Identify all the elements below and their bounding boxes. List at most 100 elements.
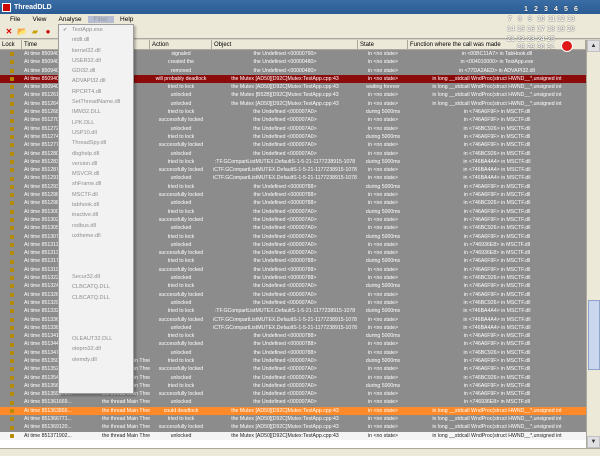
filter-menu-item[interactable]: [59, 262, 133, 272]
object-cell: the Undefined <00000788>: [253, 349, 317, 356]
scroll-thumb[interactable]: [588, 300, 600, 370]
scroll-down-arrow-icon[interactable]: ▼: [587, 436, 600, 448]
column-header-state[interactable]: State: [358, 40, 408, 49]
calendar-day: 21: [507, 36, 515, 43]
filter-menu-item[interactable]: OLEAUT32.DLL: [59, 334, 133, 344]
state-cell: in <no state>: [368, 316, 398, 323]
action-cell: tried to lock: [167, 183, 195, 190]
filter-menu-item[interactable]: rsdbus.dll: [59, 221, 133, 231]
action-cell: unlocked: [170, 374, 192, 381]
menu-view[interactable]: View: [26, 16, 52, 23]
filter-menu-item[interactable]: CLBCATQ.DLL: [59, 282, 133, 292]
lock-cell: [0, 166, 22, 174]
filter-menu-item[interactable]: olemdy.dll: [59, 355, 133, 365]
state-cell: during 5000ms: [365, 308, 401, 315]
filter-menu-item[interactable]: dbghelp.dll: [59, 149, 133, 159]
lock-icon: [10, 317, 14, 322]
function-cell: in long __stdcall WndProc(struct HWND__*…: [432, 432, 562, 439]
lock-icon: [10, 126, 14, 131]
filter-menu-item[interactable]: LPK.DLL: [59, 118, 133, 128]
filter-menu-item[interactable]: version.dll: [59, 159, 133, 169]
lock-cell: [0, 257, 22, 265]
table-row[interactable]: At time 851369120... the thread Main Thre…: [0, 423, 586, 432]
function-cell: in <746BA4A4> in MSCTF.dll: [463, 175, 531, 182]
calendar-day: 19: [557, 26, 565, 33]
table-row[interactable]: At time 851366771... the thread Main Thre…: [0, 415, 586, 424]
vertical-scrollbar[interactable]: ▲ ▼: [586, 40, 600, 448]
lock-icon: [10, 151, 14, 156]
column-header-object[interactable]: Object: [212, 40, 358, 49]
calendar-day: 1: [524, 6, 528, 13]
filter-menu-item[interactable]: SetThreadName.dll: [59, 97, 133, 107]
filter-menu-item[interactable]: [59, 313, 133, 323]
filter-menu-item[interactable]: MSVCR.dll: [59, 169, 133, 179]
filter-menu-item[interactable]: ntdll.dll: [59, 35, 133, 45]
lock-icon: [10, 93, 14, 98]
filter-menu-item[interactable]: TestApp.exe: [59, 25, 133, 35]
table-row[interactable]: At time 851361669... the thread Main Thre…: [0, 398, 586, 407]
filter-menu-item[interactable]: [59, 375, 133, 385]
filter-menu-item[interactable]: CLBCATQ.DLL: [59, 293, 133, 303]
open-alt-icon[interactable]: ▰: [30, 27, 40, 37]
filter-menu-item[interactable]: [59, 365, 133, 375]
calendar-day: 16: [527, 26, 535, 33]
table-row[interactable]: At time 851363866... the thread Main Thre…: [0, 406, 586, 416]
calendar-day: 5: [564, 6, 568, 13]
time-cell: At time 851369120...: [24, 424, 72, 431]
filter-menu-item[interactable]: Secur32.dll: [59, 272, 133, 282]
calendar-day: 9: [528, 16, 532, 23]
filter-menu-item[interactable]: shFrame.dll: [59, 179, 133, 189]
lock-cell: [0, 266, 22, 274]
filter-menu-item[interactable]: [59, 324, 133, 334]
object-cell: iCTF.GCompartListMUTEX.DefaultS-1-5-21-1…: [213, 324, 357, 331]
table-row[interactable]: At time 851371902... the thread Main Thre…: [0, 431, 586, 440]
filter-menu-item[interactable]: MSCTF.dll: [59, 190, 133, 200]
menu-file[interactable]: File: [4, 16, 26, 23]
filter-menu-item[interactable]: [59, 241, 133, 251]
close-icon[interactable]: ✕: [4, 27, 14, 37]
object-cell: the Undefined <00000788>: [253, 341, 317, 348]
filter-menu-item[interactable]: uxtheme.dll: [59, 231, 133, 241]
action-cell: unlocked: [170, 200, 192, 207]
action-cell: unlocked: [170, 432, 192, 439]
lock-icon: [10, 60, 14, 65]
scroll-up-arrow-icon[interactable]: ▲: [587, 40, 600, 52]
lock-icon: [10, 85, 14, 90]
action-cell: tried to lock: [167, 283, 195, 290]
filter-menu-item[interactable]: ThreadSpy.dll: [59, 138, 133, 148]
function-cell: in <746A6F9F> in MSCTF.dll: [463, 333, 531, 340]
menu-analyse[interactable]: Analyse: [52, 16, 87, 23]
column-header-action[interactable]: Action: [150, 40, 212, 49]
calendar-day: 15: [517, 26, 525, 33]
action-cell: successfully locked: [158, 250, 204, 257]
open-folder-icon[interactable]: 📂: [17, 27, 27, 37]
function-cell: in <746A6F9F> in MSCTF.dll: [463, 183, 531, 190]
filter-menu-item[interactable]: [59, 385, 133, 395]
lock-cell: [0, 249, 22, 257]
object-cell: the Mutex [AD50][D92C]Mutex:TestApp.cpp:…: [231, 416, 339, 423]
function-cell: in <746A6F9F> in MSCTF.dll: [463, 117, 531, 124]
lock-icon: [10, 408, 14, 413]
action-cell: successfully locked: [158, 341, 204, 348]
column-header-lock[interactable]: Lock: [0, 40, 22, 49]
action-cell: signaled: [171, 51, 191, 57]
menu-filter[interactable]: Filter: [87, 16, 115, 23]
record-icon[interactable]: ●: [43, 27, 53, 37]
filter-menu-item[interactable]: USP10.dll: [59, 128, 133, 138]
state-cell: in <no state>: [368, 225, 398, 232]
filter-menu-item[interactable]: tabhook.dll: [59, 200, 133, 210]
filter-menu-item[interactable]: inactive.dll: [59, 210, 133, 220]
filter-menu-item[interactable]: RPCRT4.dll: [59, 87, 133, 97]
menu-help[interactable]: Help: [114, 16, 139, 23]
filter-menu-item[interactable]: GDI32.dll: [59, 66, 133, 76]
filter-menu-item[interactable]: kernel32.dll: [59, 46, 133, 56]
function-cell: in <746A6F9F> in MSCTF.dll: [463, 233, 531, 240]
filter-menu-item[interactable]: IMM32.DLL: [59, 107, 133, 117]
filter-menu-item[interactable]: ADVAPI32.dll: [59, 76, 133, 86]
filter-menu-item[interactable]: [59, 252, 133, 262]
filter-menu-item[interactable]: [59, 303, 133, 313]
action-cell: tried to lock: [167, 333, 195, 340]
action-cell: successfully locked: [158, 192, 204, 199]
filter-menu-item[interactable]: USER32.dll: [59, 56, 133, 66]
filter-menu-item[interactable]: olepro32.dll: [59, 344, 133, 354]
